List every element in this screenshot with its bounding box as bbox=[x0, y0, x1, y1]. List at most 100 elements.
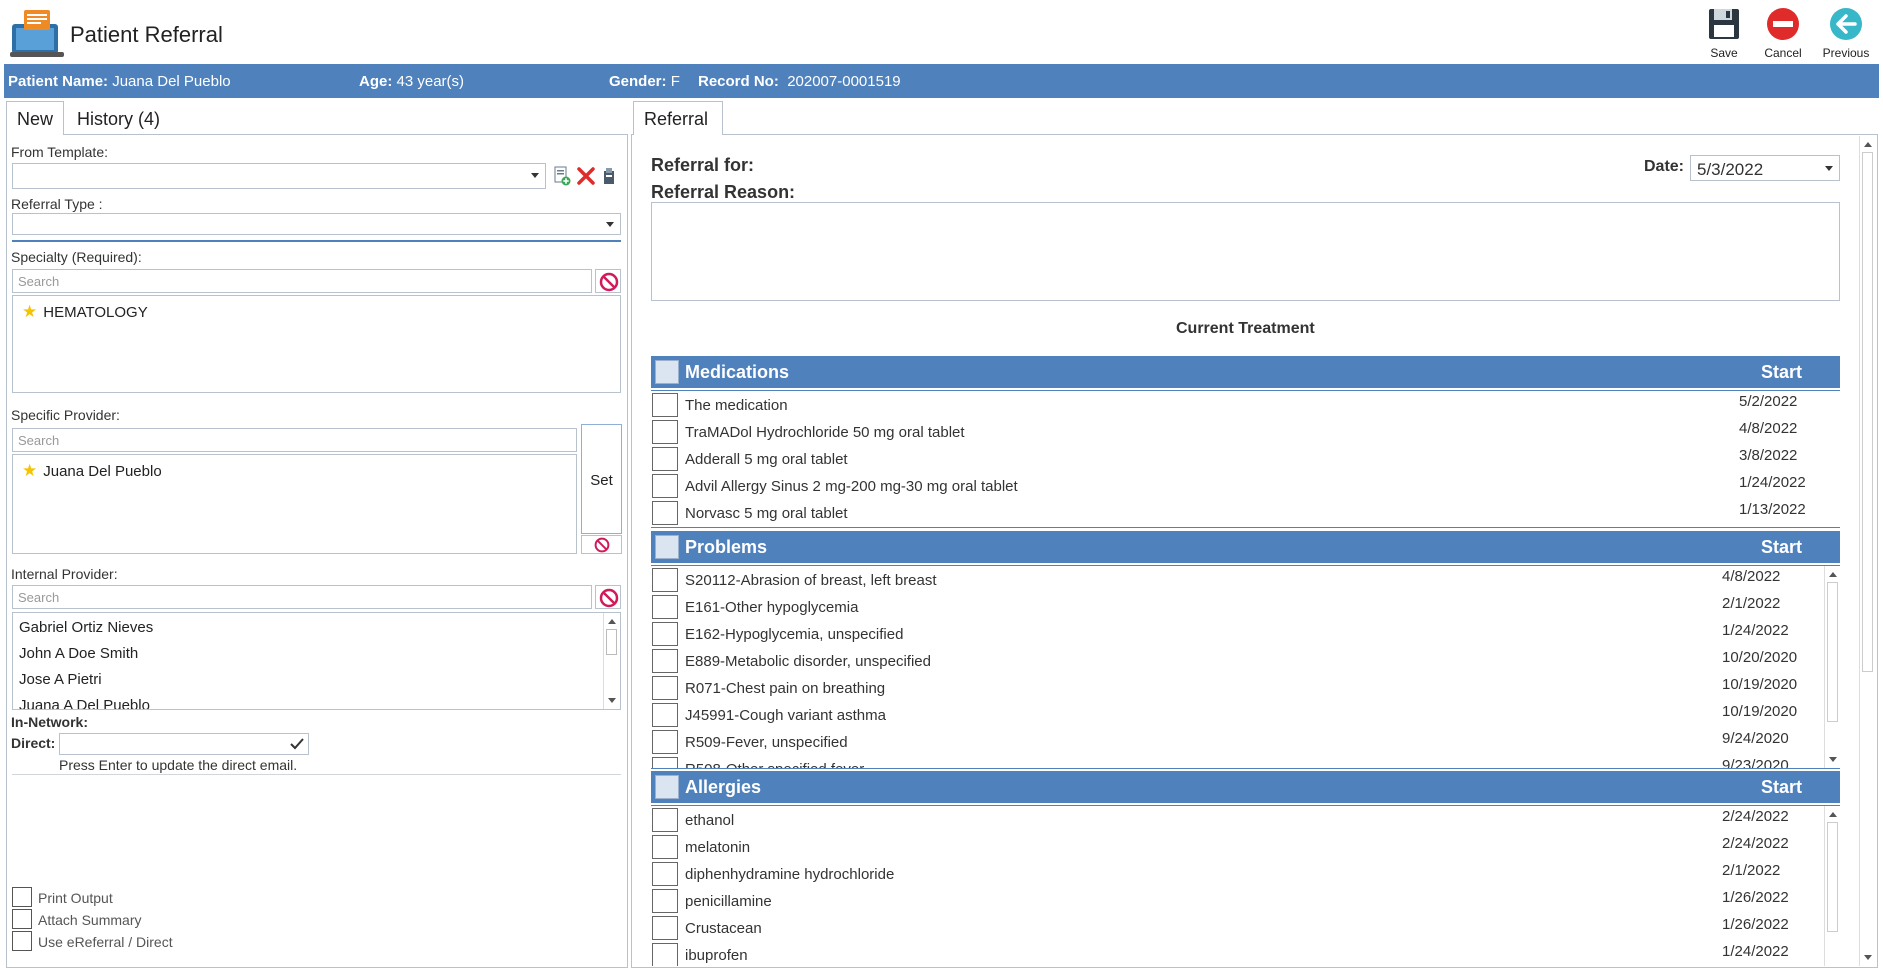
specific-provider-label: Specific Provider: bbox=[11, 407, 120, 423]
tab-history[interactable]: History (4) bbox=[66, 101, 186, 134]
problem-row-checkbox[interactable] bbox=[652, 703, 678, 727]
referral-reason-textarea[interactable] bbox=[651, 202, 1840, 301]
list-item[interactable]: Gabriel Ortiz Nieves bbox=[19, 619, 153, 636]
clear-internal-provider-button[interactable] bbox=[595, 585, 621, 609]
allergy-row-name: melatonin bbox=[685, 839, 751, 856]
allergy-row-checkbox[interactable] bbox=[652, 943, 678, 966]
date-picker[interactable]: 5/3/2022 bbox=[1690, 155, 1840, 181]
medication-row-start-date: 3/8/2022 bbox=[1739, 447, 1798, 464]
problem-row-checkbox[interactable] bbox=[652, 757, 678, 768]
list-item[interactable]: John A Doe Smith bbox=[19, 645, 138, 662]
save-icon bbox=[1709, 9, 1739, 39]
medication-row-name: Norvasc 5 mg oral tablet bbox=[685, 505, 848, 522]
problem-row-checkbox[interactable] bbox=[652, 568, 678, 592]
provider-item[interactable]: ★ Juana Del Pueblo bbox=[22, 461, 162, 481]
allergy-row-name: penicillamine bbox=[685, 893, 772, 910]
problem-row-checkbox[interactable] bbox=[652, 622, 678, 646]
medication-row-checkbox[interactable] bbox=[652, 501, 678, 525]
scroll-up-icon[interactable] bbox=[1864, 142, 1872, 147]
medication-row-checkbox[interactable] bbox=[652, 474, 678, 498]
problem-row-start-date: 2/1/2022 bbox=[1722, 595, 1781, 612]
allergy-row-start-date: 1/26/2022 bbox=[1722, 916, 1789, 933]
allergies-list: ethanol 2/24/2022 melatonin 2/24/2022 diphen… bbox=[651, 806, 1840, 966]
tab-new[interactable]: New bbox=[6, 101, 64, 135]
page-scrollbar[interactable] bbox=[1859, 136, 1875, 966]
chevron-down-icon bbox=[531, 173, 539, 178]
scroll-down-icon[interactable] bbox=[608, 698, 616, 703]
print-output-label: Print Output bbox=[38, 890, 113, 906]
scroll-down-icon[interactable] bbox=[1829, 757, 1837, 762]
tab-referral[interactable]: Referral bbox=[633, 101, 723, 135]
patient-name: Patient Name: Juana Del Pueblo bbox=[8, 73, 231, 90]
list-item[interactable]: Jose A Pietri bbox=[19, 671, 102, 688]
problems-scrollbar[interactable] bbox=[1824, 566, 1840, 768]
previous-button[interactable]: Previous bbox=[1816, 6, 1876, 62]
divider bbox=[12, 774, 621, 775]
start-column-header: Start bbox=[1760, 362, 1802, 382]
select-all-problems-checkbox[interactable] bbox=[655, 535, 679, 559]
patient-gender: Gender: F bbox=[609, 73, 680, 90]
chevron-down-icon bbox=[1825, 166, 1833, 171]
allergy-row-checkbox[interactable] bbox=[652, 808, 678, 832]
specialty-search-input[interactable]: Search bbox=[12, 269, 592, 293]
scroll-thumb[interactable] bbox=[1827, 582, 1838, 722]
allergy-row-checkbox[interactable] bbox=[652, 862, 678, 886]
problem-row-start-date: 10/20/2020 bbox=[1722, 649, 1798, 666]
template-dropdown[interactable] bbox=[12, 163, 546, 189]
internal-provider-list: Gabriel Ortiz Nieves John A Doe Smith Jo… bbox=[12, 612, 621, 710]
in-network-label: In-Network: bbox=[11, 714, 88, 730]
problem-row-name: R508-Other specified fever bbox=[685, 761, 864, 768]
allergy-row-checkbox[interactable] bbox=[652, 916, 678, 940]
problem-row-checkbox[interactable] bbox=[652, 595, 678, 619]
specialty-item[interactable]: ★ HEMATOLOGY bbox=[22, 302, 148, 322]
delete-template-icon[interactable] bbox=[576, 166, 596, 186]
referral-type-dropdown[interactable] bbox=[12, 213, 621, 235]
problem-row-start-date: 1/24/2022 bbox=[1722, 622, 1789, 639]
no-entry-icon bbox=[599, 272, 619, 292]
medication-row-checkbox[interactable] bbox=[652, 447, 678, 471]
allergies-scrollbar[interactable] bbox=[1824, 806, 1840, 966]
allergy-row-start-date: 2/24/2022 bbox=[1722, 835, 1789, 852]
problem-row-name: R071-Chest pain on breathing bbox=[685, 680, 886, 697]
internal-provider-search-input[interactable]: Search bbox=[12, 585, 592, 609]
set-provider-button[interactable]: Set bbox=[581, 424, 622, 534]
scroll-up-icon[interactable] bbox=[608, 619, 616, 624]
tab-referral-label: Referral bbox=[644, 109, 709, 129]
list-item[interactable]: Juana A Del Pueblo bbox=[19, 697, 150, 709]
date-label: Date: bbox=[1644, 158, 1685, 175]
scroll-thumb[interactable] bbox=[1862, 152, 1873, 672]
medication-row-start-date: 1/24/2022 bbox=[1739, 474, 1806, 491]
save-button[interactable]: Save bbox=[1694, 6, 1754, 62]
scroll-up-icon[interactable] bbox=[1829, 572, 1837, 577]
use-ereferral-checkbox[interactable] bbox=[12, 931, 32, 951]
scroll-thumb[interactable] bbox=[606, 629, 617, 655]
select-all-allergies-checkbox[interactable] bbox=[655, 775, 679, 799]
select-all-medications-checkbox[interactable] bbox=[655, 360, 679, 384]
attach-summary-checkbox[interactable] bbox=[12, 909, 32, 929]
problem-row-checkbox[interactable] bbox=[652, 730, 678, 754]
clear-specialty-button[interactable] bbox=[595, 269, 621, 293]
allergy-row-checkbox[interactable] bbox=[652, 835, 678, 859]
print-output-checkbox[interactable] bbox=[12, 887, 32, 907]
problem-row-name: R509-Fever, unspecified bbox=[685, 734, 848, 751]
scroll-thumb[interactable] bbox=[1827, 822, 1838, 932]
allergies-title: Allergies bbox=[685, 777, 762, 797]
divider bbox=[651, 527, 1840, 528]
clipboard-icon[interactable] bbox=[602, 166, 616, 186]
medication-row-checkbox[interactable] bbox=[652, 420, 678, 444]
cancel-button[interactable]: Cancel bbox=[1753, 6, 1813, 62]
provider-search-input[interactable]: Search bbox=[12, 428, 577, 452]
no-entry-icon bbox=[594, 537, 610, 553]
scroll-up-icon[interactable] bbox=[1829, 812, 1837, 817]
star-icon: ★ bbox=[22, 302, 38, 321]
cancel-label: Cancel bbox=[1764, 46, 1802, 60]
medication-row-checkbox[interactable] bbox=[652, 393, 678, 417]
clear-provider-button[interactable] bbox=[581, 535, 622, 554]
allergy-row-checkbox[interactable] bbox=[652, 889, 678, 913]
direct-email-input[interactable] bbox=[59, 733, 309, 755]
scroll-down-icon[interactable] bbox=[1864, 955, 1872, 960]
problem-row-checkbox[interactable] bbox=[652, 676, 678, 700]
add-template-icon[interactable] bbox=[553, 166, 571, 186]
scrollbar[interactable] bbox=[603, 613, 619, 709]
problem-row-checkbox[interactable] bbox=[652, 649, 678, 673]
